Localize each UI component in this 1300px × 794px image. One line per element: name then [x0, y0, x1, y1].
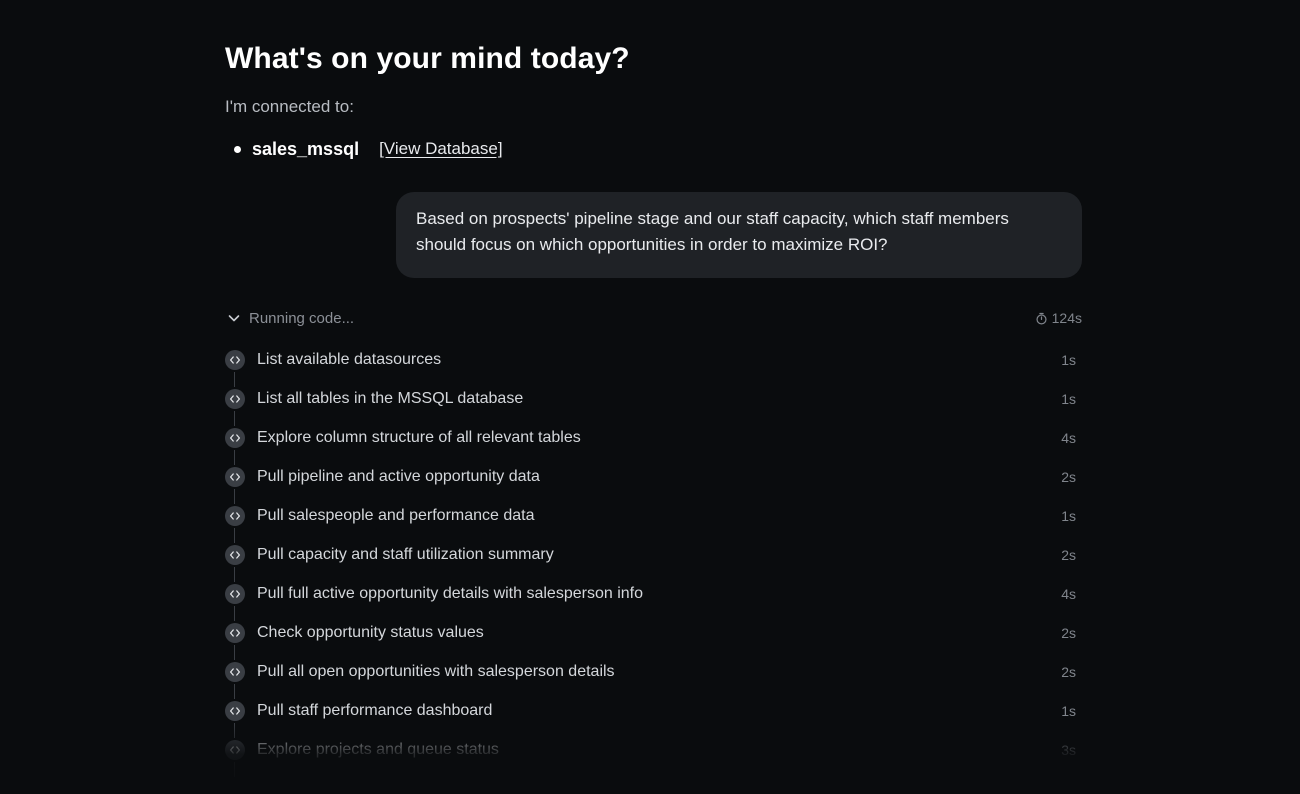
step-duration: 4s — [1061, 586, 1076, 602]
code-icon — [225, 467, 245, 487]
step-row[interactable]: List available datasources 1s — [225, 341, 1082, 387]
step-row[interactable]: Pull salespeople and performance data 1s — [225, 497, 1082, 543]
step-duration: 3s — [1061, 742, 1076, 758]
step-row[interactable]: Pull full active opportunity details wit… — [225, 575, 1082, 621]
step-row[interactable]: Pull pipeline and active opportunity dat… — [225, 458, 1082, 504]
step-duration: 2s — [1061, 664, 1076, 680]
code-icon — [225, 584, 245, 604]
code-icon — [225, 428, 245, 448]
step-duration: 2s — [1061, 547, 1076, 563]
code-icon — [225, 389, 245, 409]
code-icon — [225, 545, 245, 565]
code-icon — [225, 662, 245, 682]
step-duration: 1s — [1061, 508, 1076, 524]
step-row[interactable]: Pull capacity and staff utilization summ… — [225, 536, 1082, 582]
run-status-label[interactable]: Running code... — [249, 310, 354, 327]
step-label: Check opportunity status values — [257, 624, 484, 641]
view-database-link[interactable]: [View Database] — [379, 139, 502, 159]
step-label: Explore column structure of all relevant… — [257, 429, 581, 446]
step-label: Explore projects and queue status — [257, 741, 499, 758]
step-label: Pull pipeline and active opportunity dat… — [257, 468, 540, 485]
step-row[interactable]: Explore column structure of all relevant… — [225, 419, 1082, 465]
step-label: List all tables in the MSSQL database — [257, 390, 524, 407]
stopwatch-icon — [1036, 312, 1047, 324]
step-duration: 1s — [1061, 703, 1076, 719]
step-duration: 2s — [1061, 625, 1076, 641]
step-row[interactable]: Pull staff performance dashboard 1s — [225, 692, 1082, 738]
step-duration: 1s — [1061, 391, 1076, 407]
step-label: Pull capacity and staff utilization summ… — [257, 546, 554, 563]
code-icon — [225, 506, 245, 526]
step-label: Pull full active opportunity details wit… — [257, 585, 643, 602]
code-icon — [225, 623, 245, 643]
step-row[interactable]: List all tables in the MSSQL database 1s — [225, 380, 1082, 426]
chat-page: What's on your mind today? I'm connected… — [0, 0, 1300, 794]
datasource-item: sales_mssql [View Database] — [234, 137, 503, 161]
user-message-bubble: Based on prospects' pipeline stage and o… — [396, 192, 1082, 278]
run-elapsed-value: 124s — [1051, 310, 1082, 326]
step-row[interactable]: Explore projects and queue status 3s — [225, 731, 1082, 777]
step-connector — [234, 762, 235, 777]
code-icon — [225, 740, 245, 760]
datasource-name: sales_mssql — [252, 138, 360, 159]
step-row[interactable]: Check opportunity status values 2s — [225, 614, 1082, 660]
page-title: What's on your mind today? — [225, 42, 630, 75]
chevron-down-icon[interactable] — [225, 309, 243, 327]
step-duration: 2s — [1061, 469, 1076, 485]
step-label: Pull all open opportunities with salespe… — [257, 663, 615, 680]
step-label: Pull salespeople and performance data — [257, 507, 535, 524]
step-row[interactable]: Pull all open opportunities with salespe… — [225, 653, 1082, 699]
code-icon — [225, 350, 245, 370]
run-header: Running code... 124s — [225, 306, 1082, 330]
step-duration: 4s — [1061, 430, 1076, 446]
run-elapsed: 124s — [1035, 310, 1082, 326]
bullet-icon — [234, 145, 241, 153]
step-label: Pull staff performance dashboard — [257, 702, 493, 719]
connected-label: I'm connected to: — [225, 97, 354, 116]
step-duration: 1s — [1061, 352, 1076, 368]
code-icon — [225, 701, 245, 721]
step-label: List available datasources — [257, 351, 442, 368]
step-list: List available datasources 1s List all tab… — [225, 341, 1082, 777]
